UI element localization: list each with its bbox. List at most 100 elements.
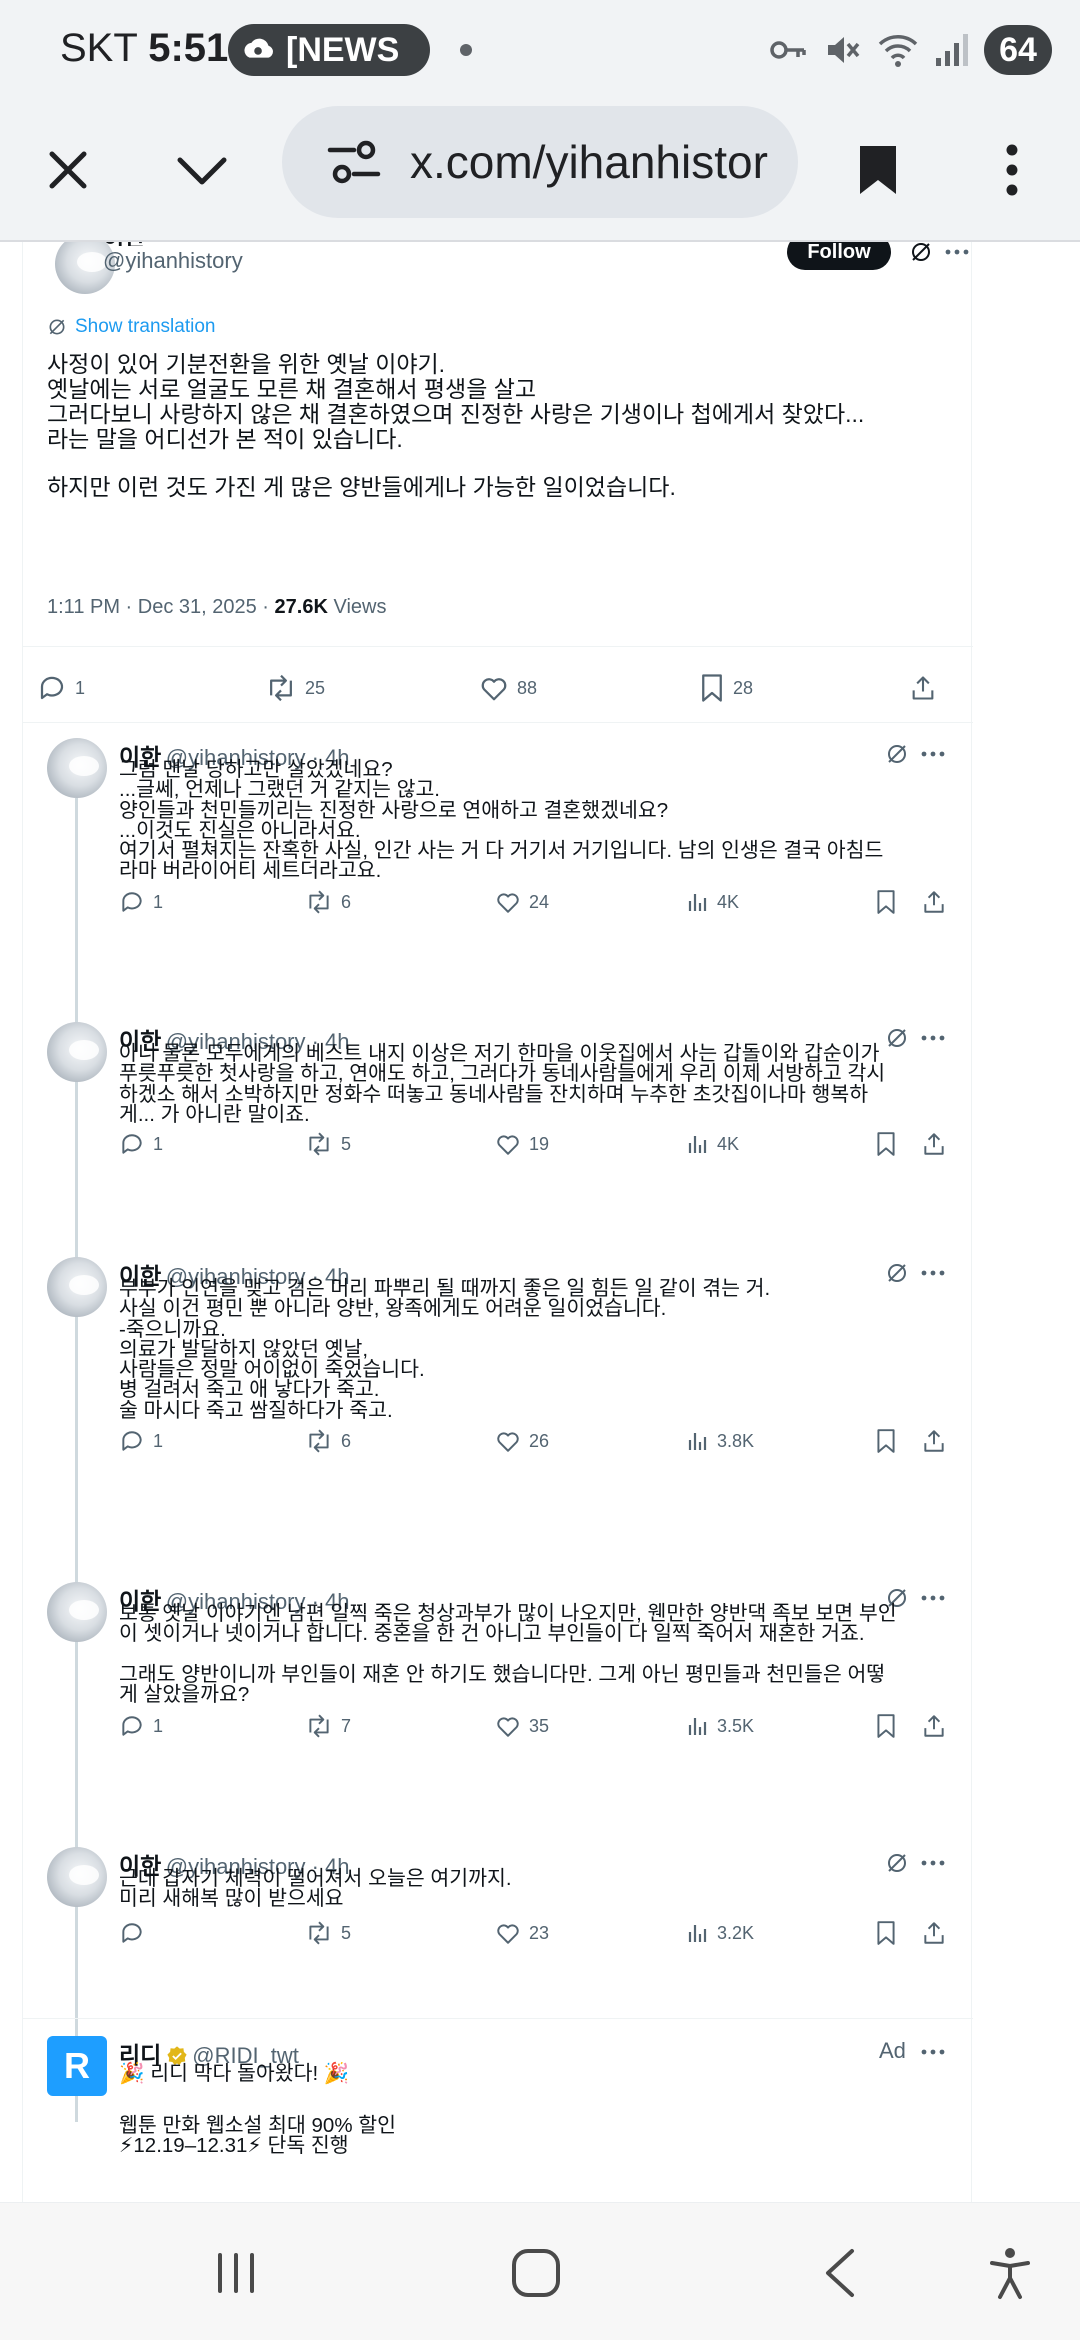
author-handle[interactable]: @yihanhistory	[103, 248, 243, 274]
like-button[interactable]: 88	[479, 672, 537, 704]
bookmark-outline-icon	[877, 1132, 895, 1156]
avatar[interactable]	[47, 1022, 107, 1082]
reply-icon	[40, 676, 64, 700]
news-notification-pill[interactable]: [NEWS	[228, 24, 430, 76]
share-button[interactable]	[921, 1128, 947, 1160]
thread-reply[interactable]: 이한 @yihanhistory · 4h 부부가 인연을 맺고 검은 머리 파…	[23, 1247, 973, 1477]
repost-button[interactable]: 6	[305, 886, 351, 918]
like-button[interactable]: 23	[495, 1917, 549, 1949]
more-icon[interactable]	[921, 1859, 945, 1867]
bookmark-button[interactable]	[875, 1917, 897, 1949]
repost-button[interactable]: 6	[305, 1425, 351, 1457]
show-translation-link[interactable]: Show translation	[47, 316, 215, 338]
bookmark-button[interactable]	[875, 1128, 897, 1160]
reply-count: 1	[153, 1430, 164, 1451]
tune-icon[interactable]	[324, 132, 384, 192]
tweet-line-break	[119, 2084, 959, 2116]
views-button[interactable]: 4K	[685, 1128, 739, 1160]
status-bar: SKT 5:51 [NEWS 64	[0, 0, 1080, 100]
more-icon[interactable]	[921, 750, 945, 758]
tweet-line: 사람들은 정말 어이없이 죽었습니다.	[119, 1358, 425, 1382]
more-icon[interactable]	[921, 1034, 945, 1042]
reply-count: 1	[75, 677, 86, 698]
mute-icon	[828, 37, 860, 63]
bookmark-page-button[interactable]	[830, 122, 926, 218]
tweet-line: 하겠소 해서 소박하지만 정화수 떠놓고 동네사람들 잔치하며 누추한 초갓집이…	[119, 1082, 869, 1106]
share-icon	[924, 1715, 944, 1737]
repost-button[interactable]: 5	[305, 1917, 351, 1949]
avatar[interactable]	[47, 1847, 107, 1907]
bookmark-outline-icon	[877, 1921, 895, 1945]
main-tweet-actions: 1 25 88 28	[23, 662, 973, 714]
views-count: 3.2K	[717, 1922, 755, 1943]
advertiser-avatar[interactable]: R	[47, 2036, 107, 2096]
back-button[interactable]	[800, 2233, 880, 2313]
url-text[interactable]: x.com/yihanhistor	[410, 135, 768, 189]
reply-button[interactable]: 1	[119, 886, 163, 918]
tweet-line: 게 살았을까요?	[119, 1683, 250, 1707]
reply-button[interactable]	[119, 1917, 153, 1949]
like-button[interactable]: 26	[495, 1425, 549, 1457]
thread-reply[interactable]: 이한 @yihanhistory · 4h 근데 갑자기 체력이 떨어져서 오늘…	[23, 1837, 973, 1949]
show-translation-label: Show translation	[75, 316, 216, 337]
share-button[interactable]	[921, 1425, 947, 1457]
repost-button[interactable]: 5	[305, 1128, 351, 1160]
grok-icon[interactable]	[909, 242, 933, 264]
tweet-line-break	[47, 452, 967, 475]
like-button[interactable]: 24	[495, 886, 549, 918]
timeline-column: 이한 @yihanhistory Follow Show translation…	[22, 242, 973, 2202]
views-button[interactable]: 4K	[685, 886, 739, 918]
follow-button[interactable]: Follow	[787, 242, 891, 270]
author-name[interactable]: 이한	[103, 242, 243, 246]
close-tab-button[interactable]	[20, 122, 116, 218]
tweet-line: 🎉 리디 막다 돌아왔다! 🎉	[119, 2062, 350, 2085]
avatar[interactable]	[47, 1257, 107, 1317]
tweet-line: 이 셋이거나 넷이거나 합니다. 중혼을 한 건 아니고 부인들이 다 일찍 죽…	[119, 1622, 865, 1646]
thread-reply[interactable]: 이한 @yihanhistory · 4h 그럼 맨날 당하고만 살았겠네요? …	[23, 728, 973, 940]
share-button[interactable]	[921, 886, 947, 918]
thread-reply[interactable]: 이한 @yihanhistory · 4h 보통 옛날 이야기엔 남편 일찍 죽…	[23, 1572, 973, 1762]
tweet-thread-feed[interactable]: 이한 @yihanhistory Follow Show translation…	[0, 242, 1080, 2202]
bookmark-button[interactable]	[875, 1710, 897, 1742]
bookmark-button[interactable]	[875, 1425, 897, 1457]
share-button[interactable]	[921, 1710, 947, 1742]
views-button[interactable]: 3.2K	[685, 1917, 754, 1949]
recent-apps-button[interactable]	[196, 2233, 276, 2313]
reply-text: 보통 옛날 이야기엔 남편 일찍 죽은 청상과부가 많이 나오지만, 웬만한 양…	[119, 1603, 959, 1707]
more-icon[interactable]	[921, 2048, 945, 2056]
avatar[interactable]	[47, 738, 107, 798]
share-button[interactable]	[921, 1917, 947, 1949]
bookmark-button[interactable]	[875, 886, 897, 918]
reply-button[interactable]: 1	[119, 1710, 163, 1742]
tweet-line: -죽으니까요.	[119, 1317, 226, 1341]
repost-button[interactable]: 7	[305, 1710, 351, 1742]
browser-menu-button[interactable]	[964, 122, 1060, 218]
promoted-tweet[interactable]: R 리디 @RIDI_twt Ad 🎉 리디 막다 돌아왔다! 🎉 웹툰 만화 …	[23, 2026, 973, 2202]
more-icon[interactable]	[921, 1594, 945, 1602]
close-icon	[49, 151, 87, 189]
thread-reply[interactable]: 이한 @yihanhistory · 4h 아니 물론 모두에게의 베스트 내지…	[23, 1012, 973, 1182]
views-button[interactable]: 3.8K	[685, 1425, 754, 1457]
tweet-timestamp[interactable]: 1:11 PM · Dec 31, 2025 ·	[47, 596, 275, 618]
more-icon[interactable]	[921, 1269, 945, 1277]
notification-dot	[460, 44, 472, 56]
reply-button[interactable]: 1	[119, 1128, 163, 1160]
reply-button[interactable]: 1	[37, 672, 85, 704]
address-bar[interactable]: x.com/yihanhistor	[282, 106, 798, 218]
repost-button[interactable]: 25	[265, 672, 325, 704]
reply-text: 그럼 맨날 당하고만 살았겠네요? ...글쎄, 언제나 그랬던 거 같지는 않…	[119, 759, 959, 882]
collapse-button[interactable]	[154, 122, 250, 218]
home-button[interactable]	[496, 2233, 576, 2313]
like-button[interactable]: 35	[495, 1710, 549, 1742]
like-button[interactable]: 19	[495, 1128, 549, 1160]
more-icon[interactable]	[945, 248, 969, 256]
tweet-line: 여기서 펼쳐지는 잔혹한 사실, 인간 사는 거 다 거기서 거기입니다. 남의…	[119, 839, 884, 863]
reply-button[interactable]: 1	[119, 1425, 163, 1457]
share-button[interactable]	[909, 672, 937, 704]
bookmark-button[interactable]: 28	[699, 672, 753, 704]
accessibility-button[interactable]	[970, 2233, 1050, 2313]
tweet-line: 라는 말을 어디선가 본 적이 있습니다.	[47, 426, 403, 452]
avatar[interactable]	[47, 1582, 107, 1642]
views-button[interactable]: 3.5K	[685, 1710, 754, 1742]
like-count: 26	[529, 1430, 550, 1451]
